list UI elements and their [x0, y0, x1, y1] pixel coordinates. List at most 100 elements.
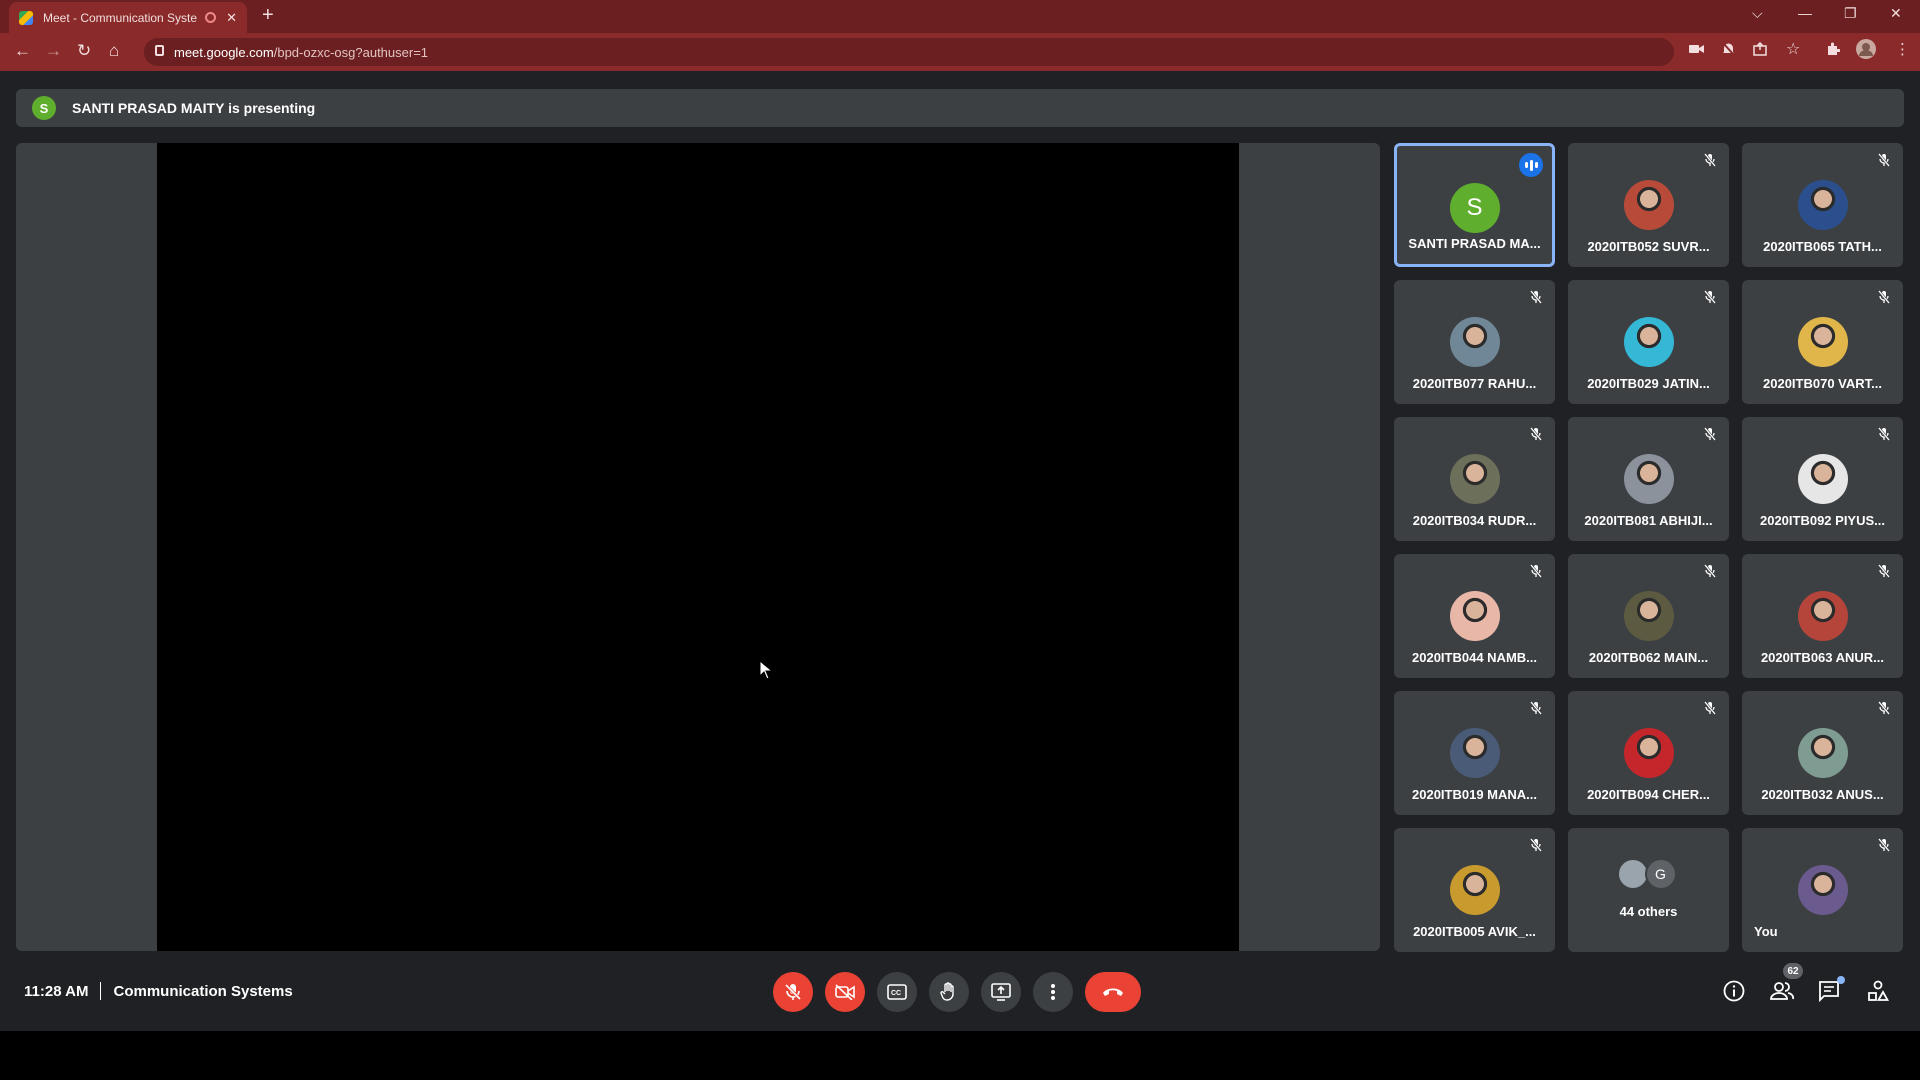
new-tab-icon[interactable]: +: [262, 4, 274, 27]
mic-toggle-button[interactable]: [773, 972, 813, 1012]
address-bar[interactable]: meet.google.com/bpd-ozxc-osg?authuser=1: [144, 38, 1674, 66]
leave-call-button[interactable]: [1085, 972, 1141, 1012]
captions-button[interactable]: CC: [877, 972, 917, 1012]
avatar: [1623, 591, 1674, 641]
avatar: [1797, 865, 1848, 915]
share-icon[interactable]: [1753, 41, 1767, 59]
participant-count-badge: 62: [1783, 963, 1803, 979]
participant-name: 2020ITB081 ABHIJI...: [1584, 513, 1713, 528]
participant-tile[interactable]: 2020ITB032 ANUS...: [1742, 691, 1903, 815]
close-tab-icon[interactable]: ✕: [226, 10, 237, 26]
avatar: [1797, 454, 1848, 504]
minimize-icon[interactable]: —: [1798, 5, 1812, 21]
menu-icon[interactable]: ⋮: [1895, 40, 1910, 58]
chat-button[interactable]: [1818, 980, 1840, 1007]
participant-tile[interactable]: 2020ITB029 JATIN...: [1568, 280, 1729, 404]
others-avatars: G: [1616, 858, 1681, 890]
bell-off-icon[interactable]: [1722, 42, 1735, 59]
mic-muted-icon: [1878, 564, 1890, 583]
hang-up-icon: [1103, 988, 1123, 996]
bottom-bar: 11:28 AM Communication Systems CC 62: [0, 951, 1920, 1031]
tab-search-icon[interactable]: ⌵: [1752, 5, 1763, 22]
forward-icon[interactable]: →: [45, 41, 62, 61]
avatar: [1623, 180, 1674, 230]
home-icon[interactable]: ⌂: [109, 41, 119, 61]
extensions-icon[interactable]: [1826, 42, 1841, 59]
star-icon[interactable]: ☆: [1786, 39, 1800, 59]
participant-tile[interactable]: 2020ITB063 ANUR...: [1742, 554, 1903, 678]
mic-muted-icon: [1530, 701, 1542, 720]
restore-icon[interactable]: ❐: [1844, 5, 1857, 22]
profile-icon[interactable]: [1856, 39, 1876, 62]
camera-icon[interactable]: [1689, 42, 1704, 58]
participant-name: 2020ITB094 CHER...: [1587, 787, 1710, 802]
participant-tile[interactable]: 2020ITB081 ABHIJI...: [1568, 417, 1729, 541]
avatar: [1449, 728, 1500, 778]
camera-toggle-button[interactable]: [825, 972, 865, 1012]
participant-name: You: [1754, 924, 1778, 939]
lock-icon: [155, 45, 164, 56]
browser-tab[interactable]: Meet - Communication Syste ✕: [9, 2, 247, 33]
present-now-button[interactable]: [981, 972, 1021, 1012]
participant-tile[interactable]: 2020ITB092 PIYUS...: [1742, 417, 1903, 541]
browser-toolbar: ← → ↻ ⌂ meet.google.com/bpd-ozxc-osg?aut…: [0, 33, 1920, 71]
info-icon: [1723, 980, 1745, 1002]
participant-tile[interactable]: 2020ITB094 CHER...: [1568, 691, 1729, 815]
activities-button[interactable]: [1867, 980, 1890, 1007]
presenter-avatar: S: [32, 96, 56, 120]
participant-tile[interactable]: 2020ITB070 VART...: [1742, 280, 1903, 404]
participant-tile[interactable]: 2020ITB065 TATH...: [1742, 143, 1903, 267]
meeting-details: 11:28 AM Communication Systems: [24, 982, 293, 1000]
more-options-button[interactable]: [1033, 972, 1073, 1012]
mic-muted-icon: [1878, 153, 1890, 172]
participant-name: 2020ITB029 JATIN...: [1587, 376, 1710, 391]
participant-tile[interactable]: 2020ITB005 AVIK_...: [1394, 828, 1555, 952]
participant-tile[interactable]: 2020ITB052 SUVR...: [1568, 143, 1729, 267]
mic-off-icon: [784, 983, 802, 1001]
activities-icon: [1868, 980, 1890, 1001]
participant-name: 2020ITB019 MANA...: [1412, 787, 1537, 802]
participant-tile[interactable]: 2020ITB044 NAMB...: [1394, 554, 1555, 678]
presenting-banner: S SANTI PRASAD MAITY is presenting: [16, 89, 1904, 127]
mouse-cursor-icon: [759, 659, 774, 685]
presentation-stage: [16, 143, 1380, 951]
avatar: [1616, 858, 1649, 890]
meeting-info-button[interactable]: [1723, 980, 1745, 1007]
avatar: G: [1644, 858, 1677, 890]
avatar: [1797, 591, 1848, 641]
avatar: [1449, 865, 1500, 915]
back-icon[interactable]: ←: [14, 41, 31, 61]
mic-muted-icon: [1704, 564, 1716, 583]
shared-screen[interactable]: [157, 143, 1239, 951]
mic-muted-icon: [1878, 701, 1890, 720]
participant-name: 2020ITB062 MAIN...: [1588, 650, 1709, 665]
participant-tile[interactable]: 2020ITB034 RUDR...: [1394, 417, 1555, 541]
recording-indicator-icon: [205, 12, 217, 23]
tab-title: Meet - Communication Syste: [43, 10, 198, 25]
mic-muted-icon: [1530, 564, 1542, 583]
url-path: /bpd-ozxc-osg?authuser=1: [273, 44, 429, 60]
participant-tile[interactable]: 2020ITB019 MANA...: [1394, 691, 1555, 815]
avatar: [1623, 317, 1674, 367]
participant-name: 2020ITB052 SUVR...: [1587, 239, 1710, 254]
avatar: [1449, 591, 1500, 641]
divider: [100, 982, 102, 1000]
participant-tile[interactable]: S SANTI PRASAD MA...: [1394, 143, 1555, 267]
meet-main: S SANTI PRASAD MAITY is presenting S SANT…: [0, 71, 1920, 1031]
participant-name: 2020ITB005 AVIK_...: [1413, 924, 1536, 939]
participant-name: 2020ITB070 VART...: [1763, 376, 1882, 391]
avatar: [1623, 728, 1674, 778]
participant-tile[interactable]: 2020ITB062 MAIN...: [1568, 554, 1729, 678]
close-window-icon[interactable]: ✕: [1890, 5, 1902, 22]
participant-name: 2020ITB065 TATH...: [1763, 239, 1882, 254]
others-tile[interactable]: G 44 others: [1568, 828, 1729, 952]
raise-hand-button[interactable]: [929, 972, 969, 1012]
avatar: [1797, 317, 1848, 367]
unread-indicator: [1837, 976, 1845, 984]
reload-icon[interactable]: ↻: [77, 41, 91, 61]
show-everyone-button[interactable]: [1770, 980, 1794, 1007]
participant-tiles: S SANTI PRASAD MA... 2020ITB052 SUVR... 202…: [1394, 143, 1904, 952]
participant-tile[interactable]: 2020ITB077 RAHU...: [1394, 280, 1555, 404]
self-tile[interactable]: You: [1742, 828, 1903, 952]
mic-muted-icon: [1878, 838, 1890, 857]
